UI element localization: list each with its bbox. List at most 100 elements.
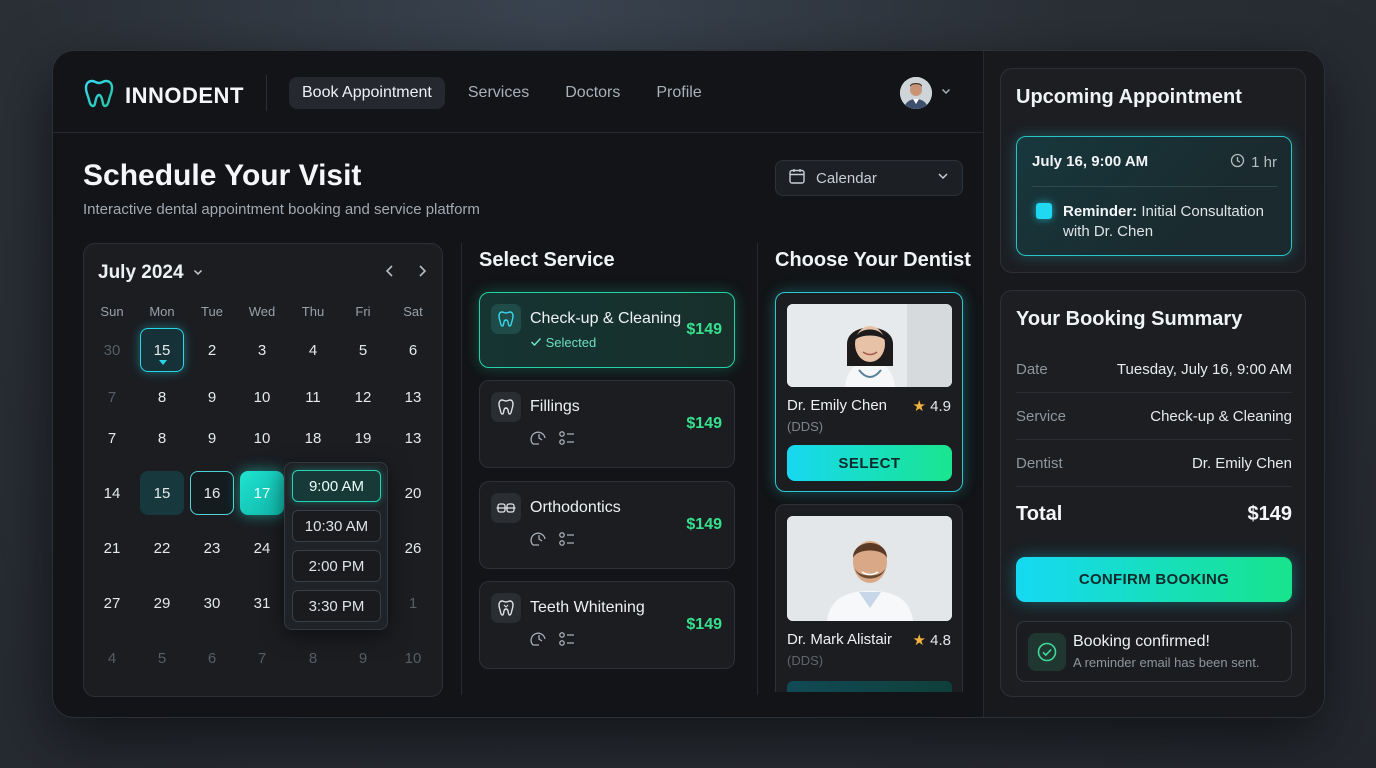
calendar-day[interactable]: 15 (140, 471, 184, 515)
check-circle-icon (1028, 633, 1066, 671)
chevron-right-icon[interactable] (416, 264, 428, 283)
upcoming-appointment-card: Upcoming Appointment July 16, 9:00 AM 1 … (1000, 68, 1306, 273)
summary-label: Service (1016, 407, 1067, 425)
calendar-day[interactable]: 23 (190, 526, 234, 570)
calendar-day[interactable]: 16 (190, 471, 234, 515)
calendar-day[interactable]: 7 (90, 375, 134, 419)
calendar-day[interactable]: 8 (140, 375, 184, 419)
calendar-day[interactable]: 4 (90, 636, 134, 680)
calendar-day[interactable]: 22 (140, 526, 184, 570)
reminder-label: Reminder: (1063, 203, 1138, 220)
duration-value: 1 hr (1251, 154, 1277, 171)
calendar-day[interactable]: 11 (291, 375, 335, 419)
rating-value: 4.8 (930, 632, 951, 649)
dentist-rating: ★ 4.9 (913, 397, 951, 415)
total-value: $149 (1247, 503, 1293, 525)
nav-services[interactable]: Services (455, 77, 542, 109)
time-slot[interactable]: 9:00 AM (292, 470, 381, 502)
calendar-day[interactable]: 12 (341, 375, 385, 419)
month-selector[interactable]: July 2024 (98, 262, 204, 284)
avatar[interactable] (900, 77, 932, 109)
calendar-day[interactable]: 9 (190, 375, 234, 419)
calendar-day[interactable]: 10 (240, 375, 284, 419)
dentist-photo (787, 516, 952, 621)
calendar-day[interactable]: 8 (140, 416, 184, 460)
calendar-day[interactable]: 7 (240, 636, 284, 680)
summary-row-dentist: Dentist Dr. Emily Chen (1016, 440, 1292, 487)
dentist-degree: (DDS) (787, 419, 824, 434)
calendar-day[interactable]: 9 (341, 636, 385, 680)
nav-profile[interactable]: Profile (643, 77, 714, 109)
duration-icon (530, 530, 548, 553)
time-slot[interactable]: 2:00 PM (292, 550, 381, 582)
toast-title: Booking confirmed! (1073, 633, 1210, 650)
weekday-label: Sat (403, 304, 423, 319)
upcoming-title: Upcoming Appointment (1016, 86, 1242, 108)
toast-message: A reminder email has been sent. (1073, 655, 1260, 670)
view-select-value: Calendar (816, 169, 877, 187)
nav-doctors[interactable]: Doctors (552, 77, 633, 109)
calendar-day[interactable]: 8 (291, 636, 335, 680)
calendar-day[interactable]: 14 (90, 471, 134, 515)
chevron-left-icon[interactable] (384, 264, 396, 283)
calendar-day[interactable]: 10 (391, 636, 435, 680)
service-card-fillings[interactable]: Fillings $149 (479, 380, 735, 468)
calendar-day[interactable]: 20 (391, 471, 435, 515)
service-name: Orthodontics (530, 499, 621, 516)
calendar-day[interactable]: 17 (240, 471, 284, 515)
service-card-checkup[interactable]: Check-up & Cleaning Selected $149 (479, 292, 735, 368)
calendar-day[interactable]: 30 (190, 581, 234, 625)
chevron-down-icon[interactable] (940, 84, 952, 102)
calendar-day[interactable]: 3 (240, 328, 284, 372)
calendar-day[interactable]: 2 (190, 328, 234, 372)
select-dentist-button[interactable]: SELECT (787, 445, 952, 481)
select-dentist-button-partial[interactable] (787, 681, 952, 692)
calendar-day[interactable]: 29 (140, 581, 184, 625)
calendar-day[interactable]: 9 (190, 416, 234, 460)
user-menu[interactable] (900, 77, 952, 109)
service-card-whitening[interactable]: Teeth Whitening $149 (479, 581, 735, 669)
calendar-day[interactable]: 19 (341, 416, 385, 460)
tooth-icon (491, 593, 521, 623)
calendar-day[interactable]: 15 (140, 328, 184, 372)
booking-summary-card: Your Booking Summary Date Tuesday, July … (1000, 290, 1306, 697)
dentists-title: Choose Your Dentist (775, 249, 971, 271)
view-select[interactable]: Calendar (775, 160, 963, 196)
service-selected-status: Selected (530, 335, 596, 350)
brand-logo[interactable]: INNODENT (83, 77, 244, 114)
time-slot[interactable]: 10:30 AM (292, 510, 381, 542)
upcoming-appointment[interactable]: July 16, 9:00 AM 1 hr Reminder: Initial … (1016, 136, 1292, 256)
dentist-card-emily-chen[interactable]: Dr. Emily Chen ★ 4.9 (DDS) SELECT (775, 292, 963, 492)
calendar-day[interactable]: 5 (341, 328, 385, 372)
calendar-day[interactable]: 13 (391, 416, 435, 460)
calendar-day[interactable]: 4 (291, 328, 335, 372)
list-icon (558, 429, 576, 452)
calendar-icon (788, 167, 806, 189)
calendar-day[interactable]: 13 (391, 375, 435, 419)
services-title: Select Service (479, 249, 615, 271)
nav-book-appointment[interactable]: Book Appointment (289, 77, 445, 109)
service-card-orthodontics[interactable]: Orthodontics $149 (479, 481, 735, 569)
calendar-day[interactable]: 27 (90, 581, 134, 625)
calendar-day[interactable]: 31 (240, 581, 284, 625)
calendar-day[interactable]: 30 (90, 328, 134, 372)
calendar-day[interactable]: 6 (391, 328, 435, 372)
calendar-day[interactable]: 5 (140, 636, 184, 680)
summary-label: Dentist (1016, 454, 1063, 472)
calendar-day[interactable]: 6 (190, 636, 234, 680)
calendar-day[interactable]: 18 (291, 416, 335, 460)
total-label: Total (1016, 503, 1063, 525)
calendar-day[interactable]: 10 (240, 416, 284, 460)
calendar-day[interactable]: 1 (391, 581, 435, 625)
calendar-day[interactable]: 24 (240, 526, 284, 570)
calendar-day[interactable]: 7 (90, 416, 134, 460)
appointment-date: July 16, 9:00 AM (1032, 153, 1149, 170)
calendar-day[interactable]: 26 (391, 526, 435, 570)
dentist-photo (787, 304, 952, 387)
service-price: $149 (686, 415, 722, 432)
dentist-card-mark-alistair[interactable]: Dr. Mark Alistair ★ 4.8 (DDS) (775, 504, 963, 692)
time-slot[interactable]: 3:30 PM (292, 590, 381, 622)
calendar-day[interactable]: 21 (90, 526, 134, 570)
reminder-checkbox[interactable] (1036, 203, 1052, 219)
confirm-booking-button[interactable]: CONFIRM BOOKING (1016, 557, 1292, 602)
